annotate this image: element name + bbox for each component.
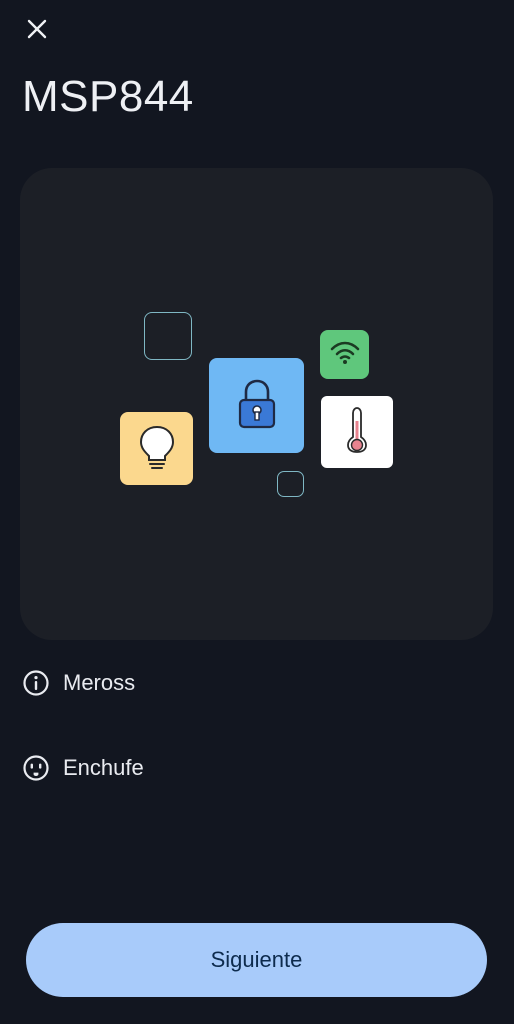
thermometer-icon [346,407,368,457]
outlet-icon [22,754,50,782]
decorative-outline-square-small [277,471,304,497]
lock-tile [209,358,304,453]
close-icon[interactable] [26,18,48,44]
brand-row: Meross [22,668,135,698]
decorative-outline-square [144,312,192,360]
lightbulb-icon [137,423,177,475]
lightbulb-tile [120,412,193,485]
wifi-icon [330,341,360,369]
next-button[interactable]: Siguiente [26,923,487,997]
page-title: MSP844 [22,72,194,121]
device-type-label: Enchufe [63,755,144,780]
device-illustration-card [20,168,493,640]
info-icon [22,669,50,697]
lock-icon [237,378,277,434]
brand-label: Meross [63,670,136,695]
wifi-tile [320,330,369,379]
device-type-row: Enchufe [22,753,144,783]
close-button[interactable] [18,12,56,50]
thermometer-tile [321,396,393,468]
